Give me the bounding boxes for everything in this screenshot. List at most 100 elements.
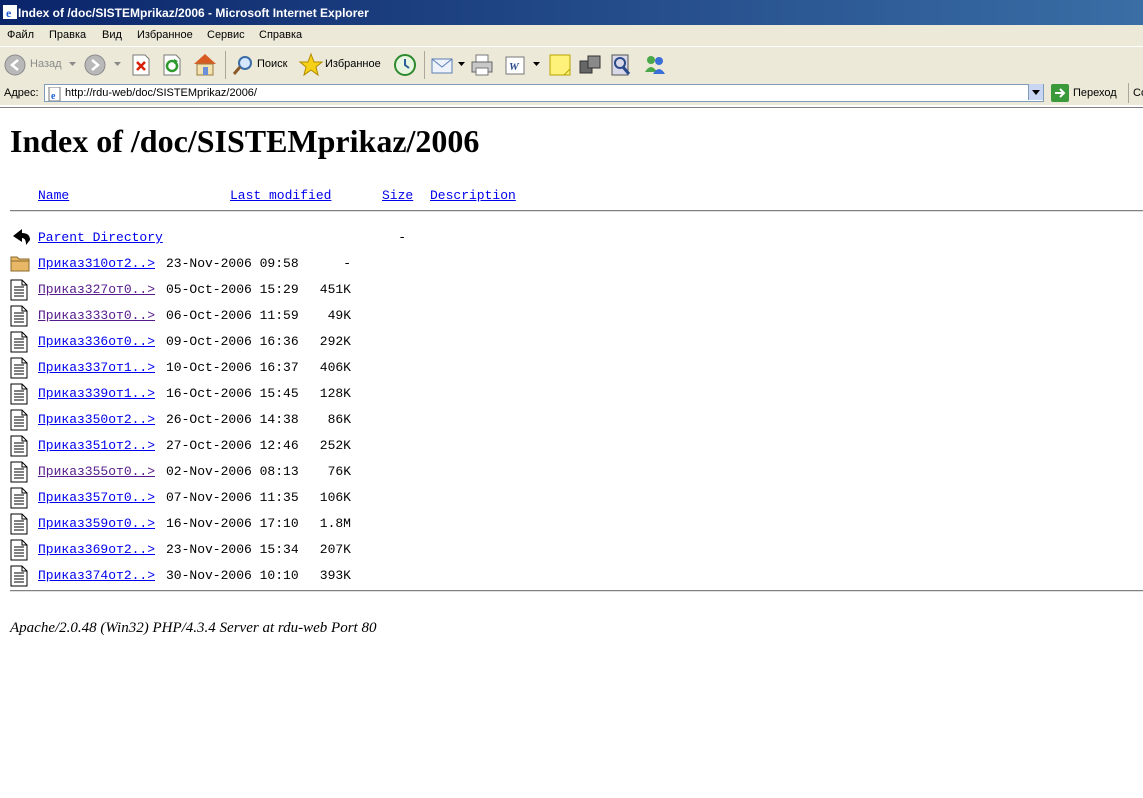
- sort-by-description-link[interactable]: Description: [430, 188, 516, 203]
- mail-dropdown-icon[interactable]: [458, 62, 465, 67]
- table-row: Приказ310от2..> 23-Nov-2006 09:58 -: [0, 255, 700, 281]
- table-row: Приказ336от0..> 09-Oct-2006 16:36 292K: [0, 331, 700, 359]
- column-header-description[interactable]: Description: [430, 188, 516, 203]
- document-icon: [10, 357, 28, 379]
- server-signature: Apache/2.0.48 (Win32) PHP/4.3.4 Server a…: [10, 620, 377, 636]
- table-row: Приказ359от0..> 16-Nov-2006 17:10 1.8M: [0, 513, 700, 541]
- file-size: 393K: [319, 568, 351, 583]
- menu-edit[interactable]: Правка: [49, 29, 86, 41]
- parent-directory-link[interactable]: Parent Directory: [38, 230, 163, 245]
- links-toolbar[interactable]: Со: [1128, 83, 1143, 103]
- menu-tools[interactable]: Сервис: [207, 29, 245, 41]
- search-icon[interactable]: [231, 54, 255, 76]
- toolbar-separator: [424, 51, 425, 79]
- page-title: Index of /doc/SISTEMprikaz/2006: [10, 123, 480, 159]
- file-link[interactable]: Приказ350от2..>: [38, 412, 155, 427]
- file-modified: 09-Oct-2006 16:36: [166, 334, 299, 349]
- go-button[interactable]: Переход: [1073, 87, 1117, 99]
- file-size: 292K: [319, 334, 351, 349]
- ie-icon: e: [3, 5, 17, 19]
- links-label: Со: [1133, 87, 1143, 99]
- address-dropdown-icon[interactable]: [1028, 84, 1043, 100]
- file-size: 1.8M: [319, 516, 351, 531]
- edit-dropdown-icon[interactable]: [533, 62, 540, 67]
- file-modified: 27-Oct-2006 12:46: [166, 438, 299, 453]
- back-arrow-icon[interactable]: [4, 54, 26, 76]
- table-row: Приказ357от0..> 07-Nov-2006 11:35 106K: [0, 487, 700, 515]
- document-icon: [10, 435, 28, 457]
- file-modified: 30-Nov-2006 10:10: [166, 568, 299, 583]
- file-link[interactable]: Приказ374от2..>: [38, 568, 155, 583]
- print-icon[interactable]: [470, 53, 494, 77]
- sort-by-size-link[interactable]: Size: [382, 188, 413, 203]
- file-modified: 06-Oct-2006 11:59: [166, 308, 299, 323]
- header-divider: [10, 210, 1143, 212]
- svg-text:e: e: [51, 91, 56, 101]
- go-arrow-icon[interactable]: [1051, 84, 1069, 102]
- file-link[interactable]: Приказ357от0..>: [38, 490, 155, 505]
- menu-file[interactable]: Файл: [7, 29, 34, 41]
- page-icon: e: [48, 87, 61, 101]
- favorites-label[interactable]: Избранное: [325, 58, 381, 70]
- messenger-tool-icon[interactable]: [609, 52, 633, 78]
- svg-text:e: e: [6, 6, 12, 19]
- file-size: 451K: [319, 282, 351, 297]
- file-size: 207K: [319, 542, 351, 557]
- document-icon: [10, 487, 28, 509]
- column-header-modified[interactable]: Last modified: [230, 188, 331, 203]
- toolbar: Назад Поиск Избранное W: [0, 46, 1143, 84]
- menu-view[interactable]: Вид: [102, 29, 122, 41]
- edit-word-icon[interactable]: W: [504, 54, 526, 76]
- menu-help[interactable]: Справка: [259, 29, 302, 41]
- file-link[interactable]: Приказ351от2..>: [38, 438, 155, 453]
- history-icon[interactable]: [393, 54, 417, 76]
- column-header-name[interactable]: Name: [38, 188, 69, 203]
- file-link[interactable]: Приказ333от0..>: [38, 308, 155, 323]
- file-link[interactable]: Приказ336от0..>: [38, 334, 155, 349]
- file-modified: 23-Nov-2006 15:34: [166, 542, 299, 557]
- back-dropdown-icon[interactable]: [69, 62, 76, 67]
- address-url: http://rdu-web/doc/SISTEMprikaz/2006/: [65, 87, 257, 99]
- forward-arrow-icon[interactable]: [84, 54, 106, 76]
- file-link[interactable]: Приказ327от0..>: [38, 282, 155, 297]
- file-link[interactable]: Приказ355от0..>: [38, 464, 155, 479]
- menu-bar: Файл Правка Вид Избранное Сервис Справка: [0, 25, 1143, 46]
- messenger-icon[interactable]: [642, 52, 668, 76]
- folder-icon: [10, 256, 30, 272]
- document-icon: [10, 331, 28, 353]
- file-link[interactable]: Приказ337от1..>: [38, 360, 155, 375]
- file-link[interactable]: Приказ310от2..>: [38, 256, 155, 271]
- address-input[interactable]: e http://rdu-web/doc/SISTEMprikaz/2006/: [44, 84, 1044, 102]
- table-row: Приказ355от0..> 02-Nov-2006 08:13 76K: [0, 461, 700, 489]
- stop-icon[interactable]: [131, 54, 151, 76]
- file-modified: 10-Oct-2006 16:37: [166, 360, 299, 375]
- table-row: Приказ350от2..> 26-Oct-2006 14:38 86K: [0, 409, 700, 437]
- file-size: 128K: [319, 386, 351, 401]
- favorites-star-icon[interactable]: [299, 53, 323, 77]
- file-modified: 05-Oct-2006 15:29: [166, 282, 299, 297]
- file-size: 406K: [319, 360, 351, 375]
- discuss-note-icon[interactable]: [548, 53, 572, 77]
- menu-favorites[interactable]: Избранное: [137, 29, 193, 41]
- file-size: -: [343, 256, 351, 271]
- sort-by-name-link[interactable]: Name: [38, 188, 69, 203]
- column-header-size[interactable]: Size: [382, 188, 413, 203]
- home-icon[interactable]: [192, 52, 218, 76]
- sort-by-modified-link[interactable]: Last modified: [230, 188, 331, 203]
- research-boxes-icon[interactable]: [578, 53, 602, 77]
- file-modified: 07-Nov-2006 11:35: [166, 490, 299, 505]
- file-link[interactable]: Приказ359от0..>: [38, 516, 155, 531]
- search-label[interactable]: Поиск: [257, 58, 287, 70]
- address-bar: Адрес: e http://rdu-web/doc/SISTEMprikaz…: [0, 82, 1143, 105]
- window-title: Index of /doc/SISTEMprikaz/2006 - Micros…: [18, 6, 369, 20]
- address-label: Адрес:: [4, 87, 39, 99]
- file-link[interactable]: Приказ339от1..>: [38, 386, 155, 401]
- table-row: Приказ339от1..> 16-Oct-2006 15:45 128K: [0, 383, 700, 411]
- file-link[interactable]: Приказ369от2..>: [38, 542, 155, 557]
- refresh-icon[interactable]: [162, 54, 182, 76]
- back-label[interactable]: Назад: [30, 58, 62, 70]
- document-icon: [10, 409, 28, 431]
- mail-icon[interactable]: [431, 55, 457, 75]
- forward-dropdown-icon[interactable]: [114, 62, 121, 67]
- title-bar: e Index of /doc/SISTEMprikaz/2006 - Micr…: [0, 0, 1143, 25]
